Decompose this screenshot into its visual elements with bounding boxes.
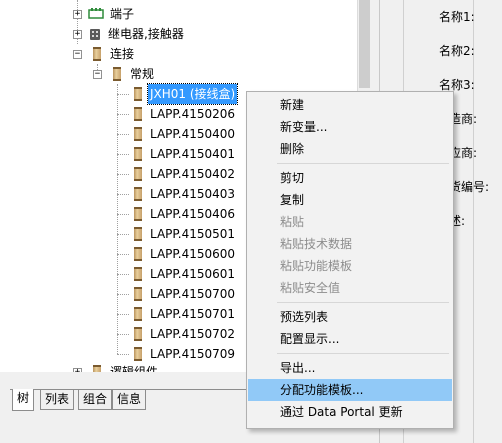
menu-separator (277, 302, 449, 303)
tree-node-label: LAPP.4150402 (150, 167, 236, 181)
tree-node-label: 常规 (130, 67, 155, 81)
tree-guide-line (117, 174, 129, 175)
connector-icon (131, 247, 145, 261)
tree-node-label: 连接 (110, 47, 135, 61)
tree-guide-line (117, 134, 129, 135)
menu-item: 粘贴技术数据 (280, 237, 353, 251)
tree-guide-line (117, 114, 129, 115)
tree-node-label: LAPP.4150406 (150, 207, 236, 221)
tab-info[interactable]: 信息 (112, 390, 147, 410)
tree-node-label: LAPP.4150401 (150, 147, 236, 161)
connector-icon (131, 187, 145, 201)
menu-item[interactable]: 复制 (248, 189, 452, 211)
menu-item[interactable]: 新建 (248, 94, 452, 116)
relay-icon (88, 27, 102, 41)
menu-separator (277, 163, 449, 164)
tree-guide-line (117, 94, 129, 95)
tree-node-label: 逻辑组件 (110, 365, 159, 372)
tree-guide-line (117, 214, 129, 215)
menu-item[interactable]: 新变量... (248, 116, 452, 138)
collapse-icon[interactable]: − (73, 50, 82, 59)
connector-icon (90, 47, 104, 61)
prop-name1-label: 名称1: (439, 10, 475, 24)
connector-icon (131, 207, 145, 221)
tree-node-label: LAPP.4150601 (150, 267, 236, 281)
connector-icon (131, 327, 145, 341)
tree-node-terminals[interactable]: + 端子 (0, 4, 340, 24)
menu-item: 粘贴 (280, 215, 305, 229)
menu-item[interactable]: 通过 Data Portal 更新 (248, 401, 452, 423)
menu-item[interactable]: 预选列表 (248, 306, 452, 328)
menu-item: 粘贴安全值 (280, 281, 341, 295)
tab-combination[interactable]: 组合 (78, 390, 113, 410)
tree-node-label: 端子 (110, 7, 135, 21)
tree-node-label: LAPP.4150206 (150, 107, 236, 121)
tree-node-label: LAPP.4150501 (150, 227, 236, 241)
menu-item[interactable]: 删除 (248, 138, 452, 160)
tree-node-label: JXH01 (接线盒) (146, 83, 239, 105)
scrollbar-thumb[interactable] (359, 0, 370, 88)
connector-icon (90, 365, 104, 372)
tree-node-connections[interactable]: − 连接 (0, 44, 340, 64)
tree-guide-line (117, 314, 129, 315)
tree-guide-line (117, 274, 129, 275)
connector-icon (131, 287, 145, 301)
terminal-icon (88, 7, 104, 21)
menu-item[interactable]: 配置显示... (248, 328, 452, 350)
tree-node-label: LAPP.4150403 (150, 187, 236, 201)
tree-guide-line (117, 254, 129, 255)
connector-icon (131, 267, 145, 281)
menu-separator (277, 353, 449, 354)
panel-divider (473, 0, 474, 443)
tab-tree[interactable]: 树 (12, 389, 35, 411)
tree-guide-line (117, 354, 129, 355)
tree-node-general[interactable]: − 常规 (0, 64, 340, 84)
menu-item[interactable]: 分配功能模板... (248, 379, 452, 401)
prop-name2-label: 名称2: (439, 44, 475, 58)
tree-node-label: LAPP.4150709 (150, 347, 236, 361)
tree-node-label: LAPP.4150400 (150, 127, 236, 141)
tree-node-relays[interactable]: + 继电器,接触器 (0, 24, 340, 44)
tree-guide-line (117, 234, 129, 235)
tree-node-label: 继电器,接触器 (108, 27, 184, 41)
tab-list[interactable]: 列表 (40, 390, 75, 410)
context-menu: 新建 新变量... 删除剪切 复制粘贴粘贴技术数据 粘贴功能模板 粘贴安全值预选列表 配置显… (246, 91, 454, 429)
connector-icon (131, 167, 145, 181)
tree-guide-line (117, 334, 129, 335)
connector-icon (131, 127, 145, 141)
menu-item[interactable]: 导出... (248, 357, 452, 379)
prop-order-number-label: 货编号: (449, 180, 490, 194)
connector-icon (131, 107, 145, 121)
connector-icon (110, 67, 124, 81)
connector-icon (131, 347, 145, 361)
expand-icon[interactable]: + (73, 10, 82, 19)
connector-icon (131, 147, 145, 161)
tree-guide-line (117, 194, 129, 195)
tree-node-label: LAPP.4150702 (150, 327, 236, 341)
connector-icon (131, 227, 145, 241)
connector-icon (131, 87, 145, 101)
menu-item[interactable]: 剪切 (248, 167, 452, 189)
tree-guide-line (117, 294, 129, 295)
tree-node-label: LAPP.4150600 (150, 247, 236, 261)
connector-icon (131, 307, 145, 321)
tree-node-label: LAPP.4150700 (150, 287, 236, 301)
collapse-icon[interactable]: − (93, 70, 102, 79)
tree-node-label: LAPP.4150701 (150, 307, 236, 321)
tree-guide-line (117, 154, 129, 155)
expand-icon[interactable]: + (73, 30, 82, 39)
menu-item: 粘贴功能模板 (280, 259, 353, 273)
